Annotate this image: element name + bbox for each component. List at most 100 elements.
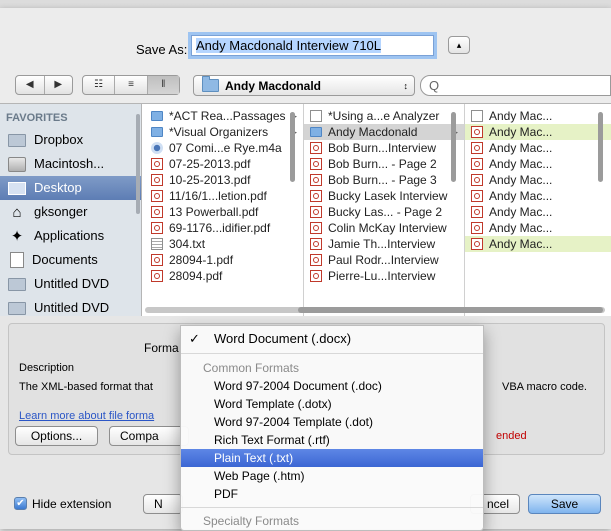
icon-view-button[interactable]: ☷ [83, 76, 116, 94]
format-item-doc[interactable]: Word 97-2004 Document (.doc) [181, 377, 483, 395]
format-item-rtf[interactable]: Rich Text Format (.rtf) [181, 431, 483, 449]
new-folder-button[interactable]: N [143, 494, 183, 514]
sidebar-item-documents[interactable]: Documents [0, 248, 141, 272]
sidebar-scrollbar[interactable] [136, 114, 140, 214]
pdf-file-icon [471, 158, 483, 170]
expand-dialog-button[interactable]: ▴ [448, 36, 470, 54]
column-scrollbar[interactable] [290, 112, 295, 182]
view-mode-segment: ☷ ≡ ‖ [82, 75, 180, 95]
format-item-dotx[interactable]: Word Template (.dotx) [181, 395, 483, 413]
file-row[interactable]: 07 Comi...e Rye.m4a [145, 140, 303, 156]
pdf-file-icon [151, 206, 163, 218]
sidebar-item-gksonger[interactable]: ⌂ gksonger [0, 200, 141, 224]
format-label: Forma [144, 341, 179, 355]
file-row[interactable]: 13 Powerball.pdf [145, 204, 303, 220]
file-name: 304.txt [169, 237, 206, 251]
back-button[interactable]: ◀ [16, 76, 45, 94]
sidebar-item-label: gksonger [34, 204, 88, 219]
filename-field[interactable]: Andy Macdonald Interview 710L [191, 35, 434, 56]
file-row[interactable]: 304.txt [145, 236, 303, 252]
hide-extension-checkbox[interactable]: ✔ [14, 497, 27, 510]
file-name: Andy Mac... [489, 125, 553, 139]
file-row[interactable]: Andy Macdonald▶ [304, 124, 464, 140]
browser-hscroll-thumb[interactable] [298, 307, 603, 313]
forward-button[interactable]: ▶ [45, 76, 73, 94]
file-row[interactable]: 69-1176...idifier.pdf [145, 220, 303, 236]
file-name: 07-25-2013.pdf [169, 157, 251, 171]
sidebar-item-dropbox[interactable]: Dropbox [0, 128, 141, 152]
file-row[interactable]: Colin McKay Interview [304, 220, 464, 236]
file-row[interactable]: Bob Burn... - Page 3 [304, 172, 464, 188]
file-row[interactable]: Bucky Lasek Interview [304, 188, 464, 204]
file-row[interactable]: *ACT Rea...Passages▶ [145, 108, 303, 124]
document-file-icon [471, 110, 483, 122]
pdf-file-icon [471, 190, 483, 202]
format-menu-selected-item[interactable]: ✓ Word Document (.docx) [181, 330, 483, 348]
pdf-file-icon [310, 142, 322, 154]
compatibility-warning: ended [496, 430, 527, 442]
file-row[interactable]: *Using a...e Analyzer [304, 108, 464, 124]
file-row[interactable]: 07-25-2013.pdf [145, 156, 303, 172]
file-row[interactable]: Andy Mac... [465, 204, 611, 220]
search-field[interactable]: Q [420, 75, 611, 96]
file-row[interactable]: Pierre-Lu...Interview [304, 268, 464, 284]
location-label: Andy Macdonald [225, 78, 322, 93]
file-row[interactable]: Jamie Th...Interview [304, 236, 464, 252]
description-text: The XML-based format that [19, 381, 153, 393]
save-as-label: Save As: [136, 42, 188, 57]
column-scrollbar[interactable] [451, 112, 456, 182]
file-name: *ACT Rea...Passages [169, 109, 286, 123]
format-item-htm[interactable]: Web Page (.htm) [181, 467, 483, 485]
pdf-file-icon [310, 222, 322, 234]
column-desktop: *ACT Rea...Passages▶*Visual Organizers▶0… [145, 104, 304, 320]
file-row[interactable]: Andy Mac... [465, 124, 611, 140]
file-row[interactable]: Andy Mac... [465, 172, 611, 188]
file-row[interactable]: 28094-1.pdf [145, 252, 303, 268]
file-row[interactable]: Bob Burn...Interview [304, 140, 464, 156]
sidebar-item-applications[interactable]: ✦ Applications [0, 224, 141, 248]
pdf-file-icon [151, 254, 163, 266]
file-row[interactable]: Paul Rodr...Interview [304, 252, 464, 268]
learn-more-link[interactable]: Learn more about file forma [19, 410, 154, 422]
pdf-file-icon [310, 158, 322, 170]
file-row[interactable]: 28094.pdf [145, 268, 303, 284]
file-name: Andy Mac... [489, 141, 553, 155]
sidebar-item-macintosh[interactable]: Macintosh... [0, 152, 141, 176]
file-name: *Visual Organizers [169, 125, 269, 139]
file-name: 07 Comi...e Rye.m4a [169, 141, 282, 155]
pdf-file-icon [151, 222, 163, 234]
file-name: Jamie Th...Interview [328, 237, 436, 251]
file-row[interactable]: Andy Mac... [465, 188, 611, 204]
file-row[interactable]: Bucky Las... - Page 2 [304, 204, 464, 220]
compatibility-button[interactable]: Compa [109, 426, 189, 446]
format-item-dot[interactable]: Word 97-2004 Template (.dot) [181, 413, 483, 431]
list-view-button[interactable]: ≡ [115, 76, 148, 94]
file-row[interactable]: 10-25-2013.pdf [145, 172, 303, 188]
description-label: Description [19, 362, 75, 374]
pdf-file-icon [151, 174, 163, 186]
file-row[interactable]: 11/16/1...letion.pdf [145, 188, 303, 204]
pdf-file-icon [310, 206, 322, 218]
file-row[interactable]: Andy Mac... [465, 236, 611, 252]
menu-separator [181, 353, 483, 354]
pdf-file-icon [310, 174, 322, 186]
pdf-file-icon [471, 206, 483, 218]
format-item-txt[interactable]: Plain Text (.txt) [181, 449, 483, 467]
file-row[interactable]: Andy Mac... [465, 156, 611, 172]
file-row[interactable]: *Visual Organizers▶ [145, 124, 303, 140]
file-row[interactable]: Andy Mac... [465, 140, 611, 156]
options-button[interactable]: Options... [15, 426, 98, 446]
file-row[interactable]: Andy Mac... [465, 220, 611, 236]
sidebar-item-untitled-dvd[interactable]: Untitled DVD [0, 272, 141, 296]
sidebar-item-desktop[interactable]: Desktop [0, 176, 141, 200]
file-row[interactable]: Andy Mac... [465, 108, 611, 124]
pdf-file-icon [151, 158, 163, 170]
location-popup[interactable]: Andy Macdonald ↕ [193, 75, 415, 96]
file-name: 13 Powerball.pdf [169, 205, 259, 219]
save-button[interactable]: Save [528, 494, 601, 514]
file-row[interactable]: Bob Burn... - Page 2 [304, 156, 464, 172]
format-item-pdf[interactable]: PDF [181, 485, 483, 503]
column-view-button[interactable]: ‖ [147, 76, 179, 94]
file-name: Andy Mac... [489, 189, 553, 203]
column-scrollbar[interactable] [598, 112, 603, 182]
